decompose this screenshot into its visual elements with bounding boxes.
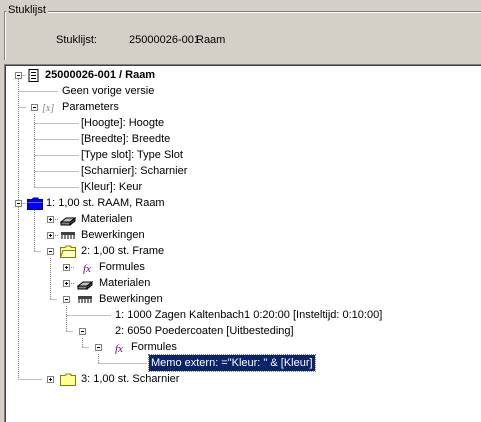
collapse-toggle-icon[interactable]	[95, 344, 102, 351]
tree-node-materialen[interactable]: Materialen	[5, 211, 475, 227]
expand-toggle-icon[interactable]	[63, 280, 70, 287]
collapse-toggle-icon[interactable]	[47, 248, 54, 255]
folder-yellow-icon	[60, 245, 76, 258]
materialen-label: Materialen	[81, 213, 133, 225]
param-label: [Hoogte]: Hoogte	[81, 117, 165, 129]
bom-tree[interactable]: 25000026-001 / Raam Geen vorige versie […	[4, 64, 481, 422]
tree-node-operation[interactable]: 1: 1000 Zagen Kaltenbach1 0:20:00 [Inste…	[5, 307, 475, 323]
param-label: [Breedte]: Breedte	[81, 133, 171, 145]
parameters-label: Parameters	[62, 101, 119, 113]
tree-node-param[interactable]: [Type slot]: Type Slot	[5, 147, 475, 163]
tree-node-formules[interactable]: fx Formules	[5, 339, 475, 355]
previous-version-label: Geen vorige versie	[62, 85, 155, 97]
folder-yellow-icon	[60, 373, 76, 386]
stuklijst-name: Raam	[196, 34, 226, 46]
bewerkingen-label: Bewerkingen	[99, 293, 163, 305]
tree-node-parameters[interactable]: [x] Parameters	[5, 99, 475, 115]
param-label: [Type slot]: Type Slot	[81, 149, 183, 161]
collapse-toggle-icon[interactable]	[63, 296, 70, 303]
item-frame-label: 2: 1,00 st. Frame	[81, 245, 165, 257]
svg-text:fx: fx	[115, 343, 123, 354]
document-icon	[28, 69, 39, 82]
tree-node-param[interactable]: [Scharnier]: Scharnier	[5, 163, 475, 179]
operation-label: 1: 1000 Zagen Kaltenbach1 0:20:00 [Inste…	[115, 309, 383, 321]
collapse-toggle-icon[interactable]	[79, 328, 86, 335]
formules-label: Formules	[99, 261, 145, 273]
stuklijst-number: 25000026-001	[129, 34, 200, 46]
tree-node-bewerkingen[interactable]: Bewerkingen	[5, 227, 475, 243]
expand-toggle-icon[interactable]	[47, 232, 54, 239]
root-label: 25000026-001 / Raam	[45, 69, 156, 81]
expand-toggle-icon[interactable]	[47, 376, 54, 383]
collapse-toggle-icon[interactable]	[31, 104, 38, 111]
bewerkingen-label: Bewerkingen	[81, 229, 145, 241]
tree-node-item-raam[interactable]: 1: 1,00 st. RAAM, Raam	[5, 195, 475, 211]
materials-icon	[60, 216, 76, 226]
param-label: [Scharnier]: Scharnier	[81, 165, 188, 177]
tree-node-param[interactable]: [Kleur]: Keur	[5, 179, 475, 195]
memo-formula-selected[interactable]: Memo extern: ="Kleur: " & [Kleur]	[148, 354, 316, 372]
operations-icon	[61, 232, 75, 239]
tree-node-previous-version[interactable]: Geen vorige versie	[5, 83, 475, 99]
item-raam-label: 1: 1,00 st. RAAM, Raam	[46, 197, 165, 209]
tree-node-root[interactable]: 25000026-001 / Raam	[5, 67, 475, 83]
svg-text:[x]: [x]	[42, 103, 54, 114]
expand-toggle-icon[interactable]	[47, 216, 54, 223]
materialen-label: Materialen	[99, 277, 151, 289]
formula-icon: fx	[83, 263, 91, 274]
operations-icon	[78, 296, 92, 303]
tree-node-item-frame[interactable]: 2: 1,00 st. Frame	[5, 243, 475, 259]
svg-text:fx: fx	[83, 263, 91, 274]
tree-node-param[interactable]: [Breedte]: Breedte	[5, 131, 475, 147]
stuklijst-label: Stuklijst:	[56, 34, 97, 46]
tree-node-materialen[interactable]: Materialen	[5, 275, 475, 291]
formules-label: Formules	[131, 341, 177, 353]
parameters-icon: [x]	[42, 103, 54, 114]
tree-node-item-scharnier[interactable]: 3: 1,00 st. Scharnier	[5, 371, 475, 387]
groupbox-title: Stuklijst	[6, 4, 48, 16]
folder-blue-icon	[27, 197, 43, 210]
collapse-toggle-icon[interactable]	[15, 72, 22, 79]
param-label: [Kleur]: Keur	[81, 181, 143, 193]
tree-node-operation[interactable]: 2: 6050 Poedercoaten [Uitbesteding]	[5, 323, 475, 339]
materials-icon	[77, 280, 93, 290]
formula-icon: fx	[115, 343, 123, 354]
tree-node-memo[interactable]: Memo extern: ="Kleur: " & [Kleur]	[5, 354, 475, 372]
tree-node-param[interactable]: [Hoogte]: Hoogte	[5, 115, 475, 131]
tree-node-formules[interactable]: fx Formules	[5, 259, 475, 275]
collapse-toggle-icon[interactable]	[15, 200, 22, 207]
tree-node-bewerkingen[interactable]: Bewerkingen	[5, 291, 475, 307]
expand-toggle-icon[interactable]	[63, 264, 70, 271]
operation-label: 2: 6050 Poedercoaten [Uitbesteding]	[115, 325, 294, 337]
item-scharnier-label: 3: 1,00 st. Scharnier	[81, 373, 180, 385]
